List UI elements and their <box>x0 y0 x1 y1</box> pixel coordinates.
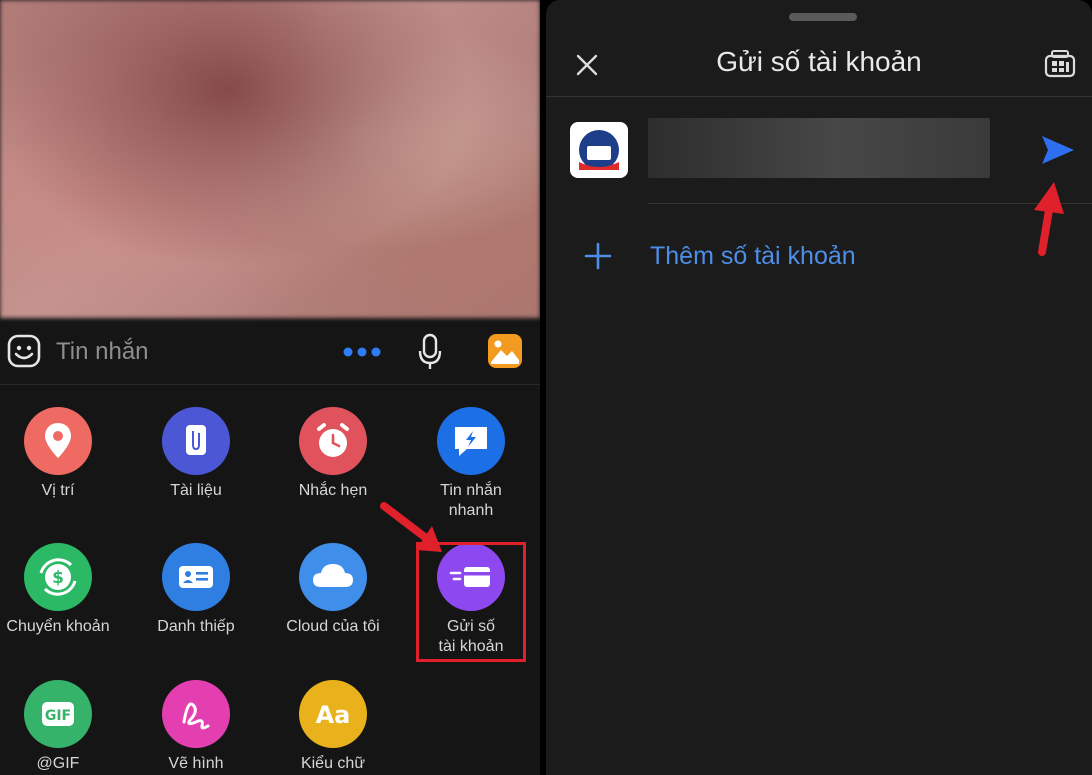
gif-icon: GIF <box>24 680 92 748</box>
grid-item-reminder[interactable]: Nhắc hẹn <box>268 407 398 501</box>
sheet-handle[interactable] <box>789 13 857 21</box>
send-icon[interactable] <box>1040 134 1076 166</box>
chat-photo <box>0 0 540 318</box>
business-card-icon <box>162 543 230 611</box>
sheet-header: Gửi số tài khoản <box>546 28 1092 97</box>
add-account-row[interactable]: Thêm số tài khoản <box>546 222 1092 288</box>
cloud-icon <box>299 543 367 611</box>
message-composer: Tin nhắn <box>0 318 540 385</box>
grid-item-label: Nhắc hẹn <box>298 482 368 499</box>
grid-item-label: Danh thiếp <box>157 618 235 635</box>
send-account-sheet: Gửi số tài khoản Thêm số tài khoản <box>546 0 1092 775</box>
grid-item-business-card[interactable]: Danh thiếp <box>131 543 261 637</box>
red-arrow-icon <box>380 502 442 552</box>
bank-account-row[interactable] <box>546 96 1092 204</box>
quick-message-icon <box>437 407 505 475</box>
chat-panel: Tin nhắn Vị trí Tài liệu Nhắc hẹn Tin nh… <box>0 0 540 775</box>
svg-text:GIF: GIF <box>45 708 71 724</box>
grid-item-draw[interactable]: Vẽ hình <box>131 680 261 774</box>
svg-text:$: $ <box>52 568 64 588</box>
plus-icon <box>584 242 612 270</box>
grid-item-label: @GIF <box>36 755 80 772</box>
grid-item-label: Vị trí <box>41 482 75 499</box>
grid-item-label: Tài liệu <box>170 482 222 499</box>
sheet-title: Gửi số tài khoản <box>716 46 922 77</box>
grid-item-font-style[interactable]: Aa Kiểu chữ <box>268 680 398 774</box>
highlight-box <box>416 542 526 662</box>
grid-item-document[interactable]: Tài liệu <box>131 407 261 501</box>
money-transfer-icon: $ <box>24 543 92 611</box>
draw-icon <box>162 680 230 748</box>
location-pin-icon <box>24 407 92 475</box>
font-style-icon: Aa <box>299 680 367 748</box>
grid-item-location[interactable]: Vị trí <box>0 407 123 501</box>
microphone-icon[interactable] <box>417 333 443 371</box>
alarm-clock-icon <box>299 407 367 475</box>
bank-account-number <box>648 118 990 178</box>
red-arrow-icon <box>1034 182 1064 256</box>
grid-item-label: Kiểu chữ <box>300 755 366 772</box>
divider <box>648 203 1092 204</box>
bank-logo <box>570 122 628 178</box>
message-input[interactable]: Tin nhắn <box>56 338 149 366</box>
document-icon <box>162 407 230 475</box>
more-dots-icon[interactable] <box>343 347 381 357</box>
add-account-label: Thêm số tài khoản <box>650 242 856 270</box>
svg-text:Aa: Aa <box>316 701 351 729</box>
grid-item-label: Vẽ hình <box>168 755 224 772</box>
grid-item-label: Chuyển khoản <box>6 618 110 635</box>
grid-item-label: Cloud của tôi <box>286 618 380 635</box>
qr-card-icon[interactable] <box>1044 50 1076 80</box>
emoji-icon[interactable] <box>7 334 41 368</box>
grid-item-gif[interactable]: GIF @GIF <box>0 680 123 774</box>
grid-item-transfer[interactable]: $ Chuyển khoản <box>0 543 123 637</box>
gallery-icon[interactable] <box>487 333 523 369</box>
